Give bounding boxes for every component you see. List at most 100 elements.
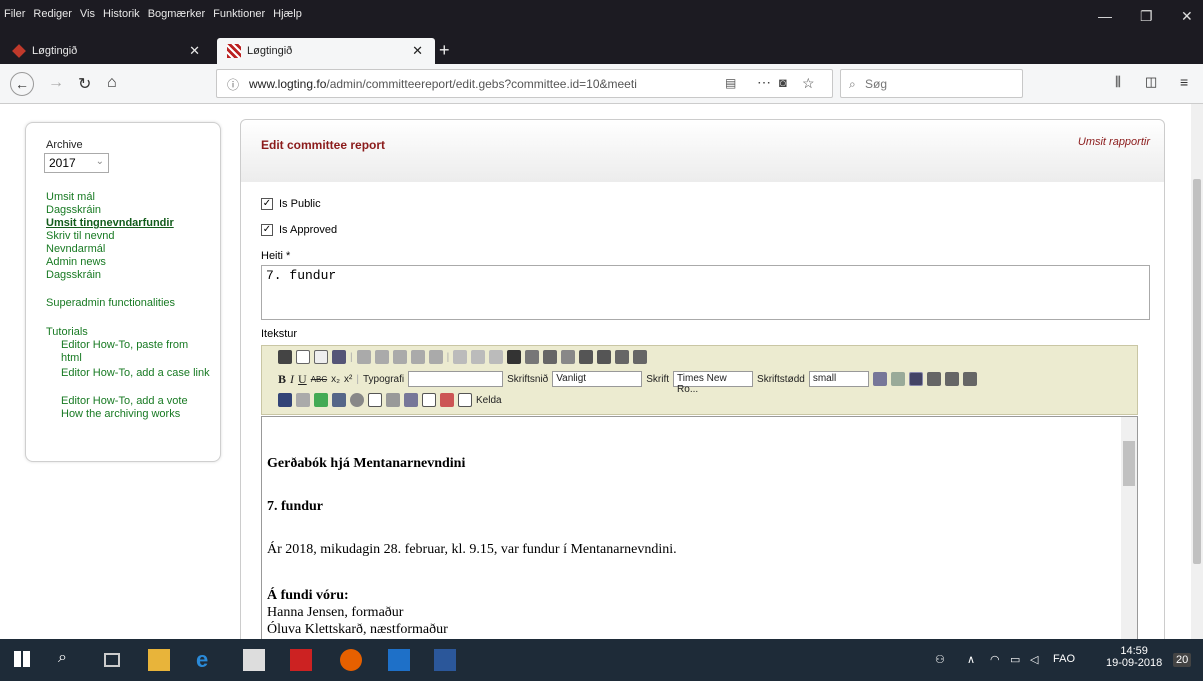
home-icon[interactable]: ⌂ [107,74,117,92]
sidebar-link-skriv-til-nevnd[interactable]: Skriv til nevnd [46,230,114,242]
forward-icon[interactable]: → [48,74,64,92]
menu-filer[interactable]: Filer [4,8,25,20]
search-icon[interactable]: ⌕ [58,649,80,671]
replace-icon[interactable] [525,350,540,364]
close-tab-icon[interactable]: ✕ [412,43,423,59]
search-field[interactable]: ⌕ Søg [840,69,1023,98]
source-icon[interactable] [458,393,472,407]
unlink-icon[interactable] [296,393,310,407]
special-char-icon[interactable] [440,393,454,407]
task-view-icon[interactable] [104,653,120,667]
firefox-icon[interactable] [340,649,362,671]
italic-icon[interactable]: I [290,372,294,387]
tutorial-link-archiving[interactable]: How the archiving works [61,408,211,421]
sidebar-link-admin-news[interactable]: Admin news [46,256,106,268]
menu-vis[interactable]: Vis [80,8,95,20]
numbered-list-icon[interactable] [579,350,594,364]
tutorial-link-paste-html[interactable]: Editor How-To, paste from html [61,339,211,365]
umsit-rapportir-link[interactable]: Umsit rapportir [1078,136,1150,148]
windows-start-icon[interactable] [14,651,30,667]
select-all-icon[interactable] [543,350,558,364]
templates-icon[interactable] [332,350,346,364]
tab-logtingid-1[interactable]: Løgtingið ✕ [2,38,212,64]
image-icon[interactable] [332,393,346,407]
acrobat-icon[interactable] [290,649,312,671]
align-right-icon[interactable] [944,372,959,386]
page-scrollbar[interactable] [1191,104,1203,639]
undo-icon[interactable] [471,350,486,364]
paste-word-icon[interactable] [428,350,443,364]
is-public-checkbox-row[interactable]: ✓ Is Public [261,198,321,210]
bg-color-icon[interactable] [890,372,905,386]
archive-year-select[interactable]: 2017 ⌄ [44,153,109,173]
copy-icon[interactable] [374,350,389,364]
link-icon[interactable] [278,393,292,407]
spellcheck-icon[interactable] [453,350,468,364]
is-public-checkbox[interactable]: ✓ [261,198,273,210]
remove-format-icon[interactable] [561,350,576,364]
table-icon[interactable] [368,393,382,407]
underline-icon[interactable]: U [298,372,307,387]
strikethrough-icon[interactable]: ABC [311,375,327,384]
volume-icon[interactable]: ◁ [1030,653,1038,666]
paste-text-icon[interactable] [410,350,425,364]
menu-historik[interactable]: Historik [103,8,140,20]
tray-chevron-icon[interactable]: ∧ [967,653,975,666]
save-icon[interactable] [278,350,292,364]
url-bar[interactable]: ⓘ www.logting.fo/admin/committeereport/e… [216,69,833,98]
align-center-icon[interactable] [926,372,941,386]
hamburger-menu-icon[interactable]: ≡ [1180,74,1188,90]
menu-bogmaerker[interactable]: Bogmærker [148,8,205,20]
reader-view-icon[interactable]: ▤ [725,76,736,90]
subscript-icon[interactable]: x₂ [331,374,340,385]
reload-icon[interactable]: ↻ [78,74,91,94]
paste-icon[interactable] [392,350,407,364]
menu-hjaelp[interactable]: Hjælp [273,8,302,20]
editor-scrollbar[interactable] [1121,417,1137,639]
menu-rediger[interactable]: Rediger [33,8,72,20]
minimize-icon[interactable]: — [1098,8,1112,24]
kelda-button[interactable]: Kelda [476,395,502,406]
pocket-icon[interactable]: ◙ [779,75,787,90]
new-tab-icon[interactable]: + [439,40,450,61]
align-left-icon[interactable] [908,372,923,386]
rich-text-editor[interactable]: Gerðabók hjá Mentanarnevndini 7. fundur … [261,416,1138,639]
skriftsnid-select[interactable]: Vanligt [552,371,643,387]
bookmark-star-icon[interactable]: ☆ [802,75,815,92]
page-scroll-thumb[interactable] [1193,179,1201,564]
sidebar-toggle-icon[interactable]: ◫ [1145,74,1157,90]
restore-icon[interactable]: ❐ [1140,8,1153,25]
sidebar-link-dagsskrain-2[interactable]: Dagsskráin [46,269,101,281]
is-approved-checkbox-row[interactable]: ✓ Is Approved [261,224,337,236]
tutorial-link-add-vote[interactable]: Editor How-To, add a vote [61,395,211,408]
people-icon[interactable]: ⚇ [935,653,945,666]
tab-logtingid-2[interactable]: Løgtingið ✕ [217,38,435,64]
skriftstodd-select[interactable]: small [808,371,869,387]
new-page-icon[interactable] [296,350,310,364]
flash-icon[interactable] [350,393,364,407]
smiley-icon[interactable] [404,393,418,407]
language-indicator[interactable]: FAO [1053,653,1075,665]
redo-icon[interactable] [489,350,504,364]
close-window-icon[interactable]: ✕ [1181,8,1193,25]
checkbox-form-icon[interactable] [422,393,436,407]
anchor-icon[interactable] [314,393,328,407]
notifications-badge[interactable]: 20 [1173,653,1192,667]
sidebar-link-umsit-tingnevndarfundir[interactable]: Umsit tingnevndarfundir [46,217,174,229]
skrift-select[interactable]: Times New Ro... [673,371,754,395]
outlook-icon[interactable] [388,649,410,671]
battery-icon[interactable]: ▭ [1010,653,1020,666]
editor-scroll-thumb[interactable] [1123,441,1135,486]
text-color-icon[interactable] [872,372,887,386]
tutorial-link-add-case[interactable]: Editor How-To, add a case link [61,367,211,380]
info-icon[interactable]: ⓘ [227,76,239,93]
close-tab-icon[interactable]: ✕ [189,43,200,59]
page-actions-icon[interactable]: ⋯ [757,74,771,91]
typografi-select[interactable] [408,371,504,387]
justify-icon[interactable] [962,372,977,386]
indent-icon[interactable] [633,350,648,364]
superscript-icon[interactable]: x² [344,374,352,385]
back-icon[interactable]: ← [10,72,34,96]
heiti-textarea[interactable]: 7. fundur [261,265,1150,320]
sidebar-link-nevndarmal[interactable]: Nevndarmál [46,243,105,255]
